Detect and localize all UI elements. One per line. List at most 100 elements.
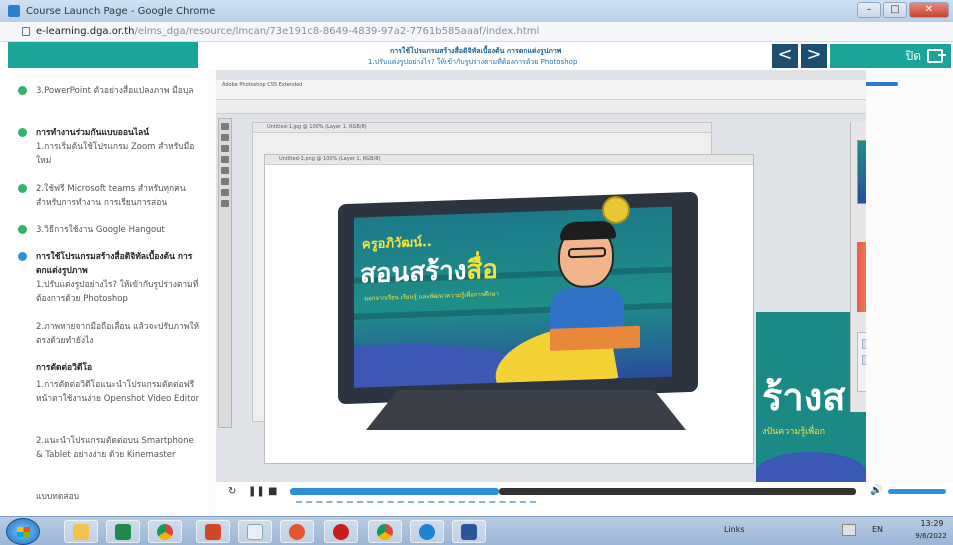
taskbar-word[interactable] xyxy=(452,520,486,543)
toc-section-current[interactable]: การใช้โปรแกรมสร้างสื่อดิจิทัลเบื้องต้น ก… xyxy=(18,250,200,278)
swatches-panel xyxy=(857,242,866,312)
toc-item[interactable]: แบบทดสอบ xyxy=(36,490,201,504)
clock-date[interactable]: 9/6/2022 xyxy=(910,532,952,540)
photoshop-menubar: Adobe Photoshop CS5 Extended xyxy=(216,80,866,100)
toc-item-label: 2.ใช้ฟรี Microsoft teams สำหรับทุกคน สำห… xyxy=(36,184,186,208)
toc-item-current[interactable]: 1.ปรับแต่งรูปอย่างไร? ให้เข้ากับรูปร่างต… xyxy=(36,278,201,306)
monitor-screen-art: ครูอภิวัฒน์.. สอนสร้างสื่อ นอกจากเรียน เ… xyxy=(354,206,672,388)
photoshop-options-bar xyxy=(216,100,866,114)
progress-track[interactable] xyxy=(499,488,856,495)
photoshop-panels xyxy=(850,122,866,412)
cartoon-avatar xyxy=(558,220,616,289)
start-button[interactable] xyxy=(6,518,40,545)
taskbar-opera[interactable] xyxy=(324,520,358,543)
photoshop-title: Adobe Photoshop CS5 Extended xyxy=(222,82,303,88)
document-tab: Untitled-1.jpg @ 100% (Layer 1, RGB/8) xyxy=(253,123,711,133)
move-tool-icon xyxy=(221,123,229,130)
zoom-tool-icon xyxy=(221,200,229,207)
chrome-favicon-icon xyxy=(8,5,20,17)
minimize-button[interactable]: – xyxy=(857,2,881,18)
window-title: Course Launch Page - Google Chrome xyxy=(26,5,216,17)
stripe-decoration xyxy=(354,302,672,320)
marquee-tool-icon xyxy=(221,134,229,141)
complete-dot-icon xyxy=(18,225,27,234)
layers-panel xyxy=(857,332,866,392)
url-path: /elms_dga/resource/lmcan/73e191c8-8649-4… xyxy=(134,26,540,37)
brush-tool-icon xyxy=(221,167,229,174)
links-toolbar[interactable]: Links xyxy=(724,525,745,534)
internet-explorer-icon xyxy=(419,523,435,540)
opera-icon xyxy=(333,523,349,540)
taskbar-excel[interactable] xyxy=(106,520,140,543)
exit-button[interactable]: ปิด xyxy=(830,44,951,68)
close-window-button[interactable]: ✕ xyxy=(909,2,949,18)
maximize-button[interactable]: □ xyxy=(883,2,907,18)
cartoon-glasses xyxy=(568,246,606,259)
taskbar-chrome-2[interactable] xyxy=(368,520,402,543)
powerpoint-icon xyxy=(205,523,221,540)
art-headline: สอนสร้างสื่อ xyxy=(360,249,498,295)
toc-item[interactable]: 3.PowerPoint ตัวอย่างสื่อแปลงภาพ มือบุล xyxy=(18,84,200,98)
url-host: e-learning.dga.or.th xyxy=(36,26,135,37)
volume-slider[interactable] xyxy=(888,489,946,494)
next-button[interactable]: > xyxy=(801,44,827,68)
prev-button[interactable]: < xyxy=(772,44,798,68)
webcam-icon xyxy=(602,196,630,224)
word-icon xyxy=(461,523,477,540)
toc-item[interactable]: 3.วิธีการใช้งาน Google Hangout xyxy=(18,223,200,237)
layer-row xyxy=(862,355,866,365)
taskbar-powerpoint[interactable] xyxy=(196,520,230,543)
toc-sidebar: 3.PowerPoint ตัวอย่างสื่อแปลงภาพ มือบุล … xyxy=(0,70,208,516)
wave-decoration xyxy=(756,452,866,482)
video-frame[interactable]: Adobe Photoshop CS5 Extended Untitled-1.… xyxy=(216,70,866,482)
address-bar[interactable]: e-learning.dga.or.th /elms_dga/resource/… xyxy=(0,22,953,42)
toc-section-label[interactable]: การตัดต่อวิดีโอ xyxy=(36,361,201,375)
toc-section-label: การทำงานร่วมกันแบบออนไลน์ xyxy=(36,128,150,138)
media-player-icon xyxy=(247,523,263,540)
screenshot-root: Course Launch Page - Google Chrome – □ ✕… xyxy=(0,0,953,545)
replay-icon[interactable]: ↻ xyxy=(228,485,236,499)
excel-icon xyxy=(115,523,131,540)
toc-item[interactable]: 2.ภาพหายจากมือถือเลื่อน แล้วจะปรับภาพให้… xyxy=(36,320,201,348)
current-dot-icon xyxy=(18,252,27,261)
video-player-controls: ↻ ❚❚ ■ 🔊 xyxy=(216,482,953,516)
toc-item-label: 3.วิธีการใช้งาน Google Hangout xyxy=(36,225,165,235)
course-logo-area xyxy=(8,42,198,68)
progress-buffer xyxy=(296,501,536,503)
document-tab: Untitled-1.png @ 100% (Layer 1, RGB/8) xyxy=(265,155,753,165)
taskbar-office[interactable] xyxy=(280,520,314,543)
windows-taskbar: Links EN 13:29 9/6/2022 xyxy=(0,516,953,545)
action-center-flag-icon[interactable] xyxy=(842,524,856,536)
taskbar-chrome[interactable] xyxy=(148,520,182,543)
lesson-subtitle: 1.ปรับแต่งรูปอย่างไร? ให้เข้ากับรูปร่างต… xyxy=(368,58,578,66)
lasso-tool-icon xyxy=(221,145,229,152)
photoshop-toolbox xyxy=(218,118,232,428)
layer-row xyxy=(862,339,866,349)
text-tool-icon xyxy=(221,189,229,196)
stop-icon[interactable]: ■ xyxy=(268,485,277,499)
toc-section[interactable]: การทำงานร่วมกันแบบออนไลน์ xyxy=(18,126,200,140)
volume-icon[interactable]: 🔊 xyxy=(870,485,882,496)
toc-item[interactable]: 2.แนะนำโปรแกรมตัดต่อบน Smartphone & Tabl… xyxy=(36,434,201,462)
toc-item[interactable]: 2.ใช้ฟรี Microsoft teams สำหรับทุกคน สำห… xyxy=(18,182,200,210)
chrome-icon xyxy=(377,523,393,540)
toc-item[interactable]: 1.การเริ่มต้นใช้โปรแกรม Zoom สำหรับมือให… xyxy=(36,140,201,168)
eraser-tool-icon xyxy=(221,178,229,185)
chrome-icon xyxy=(157,523,173,540)
lock-icon xyxy=(22,27,30,36)
monitor-stand xyxy=(366,390,686,430)
taskbar-media[interactable] xyxy=(238,520,272,543)
navigator-thumbnail xyxy=(857,140,866,204)
complete-dot-icon xyxy=(18,86,27,95)
exit-label: ปิด xyxy=(905,48,921,63)
toc-item[interactable]: 1.การตัดต่อวิดีโอแนะนำโปรแกรมตัดต่อฟรี ห… xyxy=(36,378,201,406)
progress-played[interactable] xyxy=(290,488,499,495)
cartoon-laptop xyxy=(550,325,640,351)
clock-time[interactable]: 13:29 xyxy=(914,519,950,528)
language-indicator[interactable]: EN xyxy=(872,525,883,534)
pause-icon[interactable]: ❚❚ xyxy=(248,485,265,499)
art-headline-text: สอนสร้าง xyxy=(360,255,467,290)
taskbar-explorer[interactable] xyxy=(64,520,98,543)
document-tab-title: Untitled-1.png @ 100% (Layer 1, RGB/8) xyxy=(279,156,381,162)
taskbar-ie[interactable] xyxy=(410,520,444,543)
